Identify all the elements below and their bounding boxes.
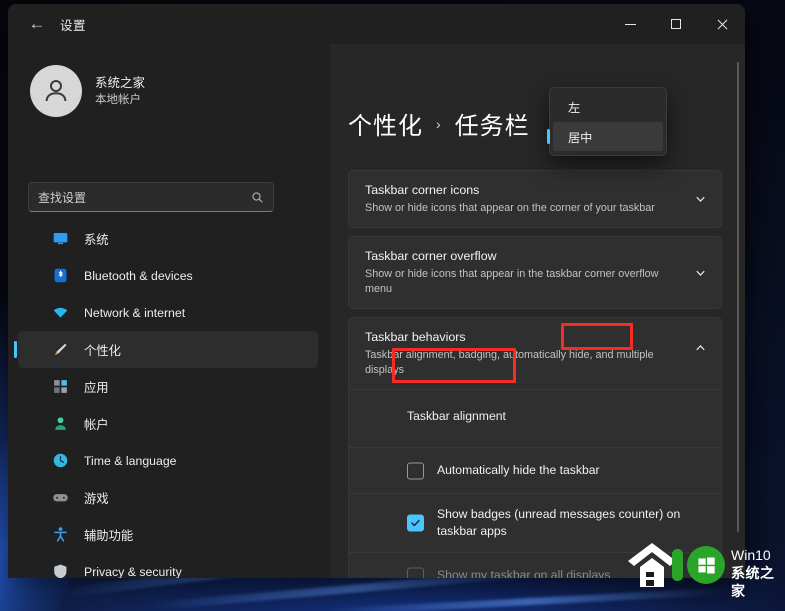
card-title: Taskbar corner overflow (365, 249, 497, 263)
row-label: Show my taskbar on all displays (437, 568, 611, 578)
sidebar-item-label: 辅助功能 (84, 528, 134, 543)
gaming-icon (52, 489, 69, 506)
search-placeholder: 查找设置 (38, 190, 87, 205)
window-body: 系统之家 本地帐户 查找设置 系统 Bluetooth & devices Ne… (8, 44, 745, 578)
watermark-text: Win10 系统之家 (731, 547, 785, 600)
minimize-button[interactable] (607, 4, 653, 44)
row-auto-hide-taskbar[interactable]: Automatically hide the taskbar (349, 447, 721, 493)
page-title: 个性化 › 任务栏 (348, 106, 530, 141)
account-profile[interactable]: 系统之家 本地帐户 (30, 65, 145, 117)
chevron-down-icon[interactable] (694, 193, 707, 206)
sidebar-item-time-language[interactable]: Time & language (18, 442, 318, 479)
house-icon (628, 543, 676, 587)
sidebar-item-accessibility[interactable]: 辅助功能 (18, 516, 318, 553)
title-bar: ← 设置 (8, 4, 745, 44)
row-taskbar-alignment: Taskbar alignment (349, 389, 721, 447)
network-icon (52, 304, 69, 321)
sidebar-item-accounts[interactable]: 帐户 (18, 405, 318, 442)
dropdown-option-center[interactable]: 居中 (547, 122, 663, 151)
checkbox-auto-hide[interactable] (407, 462, 424, 479)
privacy-icon (52, 563, 69, 578)
card-subtitle: Show or hide icons that appear on the co… (365, 202, 655, 214)
back-arrow-icon[interactable]: ← (26, 14, 48, 34)
close-button[interactable] (699, 4, 745, 44)
sidebar-item-label: Bluetooth & devices (84, 268, 193, 283)
search-input[interactable]: 查找设置 (28, 182, 274, 212)
sidebar-item-label: 帐户 (84, 417, 109, 432)
avatar (30, 65, 82, 117)
watermark-line1: Win10 (731, 547, 771, 563)
system-icon (52, 230, 69, 247)
dropdown-option-left[interactable]: 左 (553, 92, 663, 121)
account-text: 系统之家 本地帐户 (95, 75, 145, 108)
sidebar-item-label: Time & language (84, 453, 177, 468)
accounts-icon (52, 415, 69, 432)
apps-icon (52, 378, 69, 395)
breadcrumb-separator-icon: › (436, 115, 442, 132)
window-title: 设置 (60, 19, 87, 33)
checkbox-all-displays[interactable] (407, 567, 424, 578)
search-icon (252, 191, 263, 203)
sidebar-item-label: 游戏 (84, 491, 109, 506)
card-taskbar-corner-overflow[interactable]: Taskbar corner overflow Show or hide ico… (348, 236, 722, 309)
sidebar-nav: 系统 Bluetooth & devices Network & interne… (8, 220, 330, 578)
chevron-down-icon[interactable] (694, 266, 707, 279)
taskbar-alignment-dropdown[interactable]: 左 居中 (547, 87, 667, 156)
sidebar-item-system[interactable]: 系统 (18, 220, 318, 257)
sidebar-item-label: 个性化 (84, 343, 121, 358)
sidebar-item-label: Network & internet (84, 305, 186, 320)
card-taskbar-corner-icons[interactable]: Taskbar corner icons Show or hide icons … (348, 170, 722, 228)
card-title: Taskbar corner icons (365, 183, 480, 197)
breadcrumb-current: 任务栏 (454, 113, 530, 140)
breadcrumb-parent[interactable]: 个性化 (348, 106, 423, 141)
personalization-icon (52, 341, 69, 358)
sidebar: 系统之家 本地帐户 查找设置 系统 Bluetooth & devices Ne… (8, 44, 330, 578)
sidebar-item-gaming[interactable]: 游戏 (18, 479, 318, 516)
row-label: Automatically hide the taskbar (437, 463, 600, 477)
settings-window: ← 设置 系统之家 本地帐户 查找设置 系统 Bluetooth & devic… (8, 4, 745, 578)
account-type: 本地帐户 (95, 93, 141, 106)
sidebar-item-label: Privacy & security (84, 564, 182, 579)
windows-logo-icon (687, 546, 725, 584)
taskbar-alignment-label: Taskbar alignment (407, 409, 506, 423)
watermark-line2: 系统之家 (731, 565, 775, 599)
card-title: Taskbar behaviors (365, 330, 466, 344)
accessibility-icon (52, 526, 69, 543)
watermark-logo: Win10 系统之家 (626, 537, 785, 599)
sidebar-item-label: 系统 (84, 232, 109, 247)
row-label: Show badges (unread messages counter) on… (437, 507, 681, 538)
account-name: 系统之家 (95, 75, 146, 90)
sidebar-item-privacy-security[interactable]: Privacy & security (18, 553, 318, 578)
screen: ← 设置 系统之家 本地帐户 查找设置 系统 Bluetooth & devic… (0, 0, 785, 611)
sidebar-item-apps[interactable]: 应用 (18, 368, 318, 405)
content-area: 个性化 › 任务栏 Taskbar corner icons Show or h… (330, 44, 745, 578)
content-scrollbar[interactable] (737, 62, 739, 532)
bluetooth-icon (52, 267, 69, 284)
chevron-up-icon[interactable] (694, 342, 707, 355)
annotation-box-taskbar-alignment (392, 348, 516, 383)
sidebar-item-label: 应用 (84, 380, 109, 395)
time-icon (52, 452, 69, 469)
logo-bar (672, 549, 683, 581)
sidebar-item-personalization[interactable]: 个性化 (14, 331, 318, 368)
maximize-button[interactable] (653, 4, 699, 44)
checkbox-show-badges[interactable] (407, 514, 424, 532)
annotation-box-left-option (561, 323, 633, 350)
sidebar-item-network[interactable]: Network & internet (18, 294, 318, 331)
sidebar-item-bluetooth[interactable]: Bluetooth & devices (18, 257, 318, 294)
card-subtitle: Show or hide icons that appear in the ta… (365, 268, 659, 295)
